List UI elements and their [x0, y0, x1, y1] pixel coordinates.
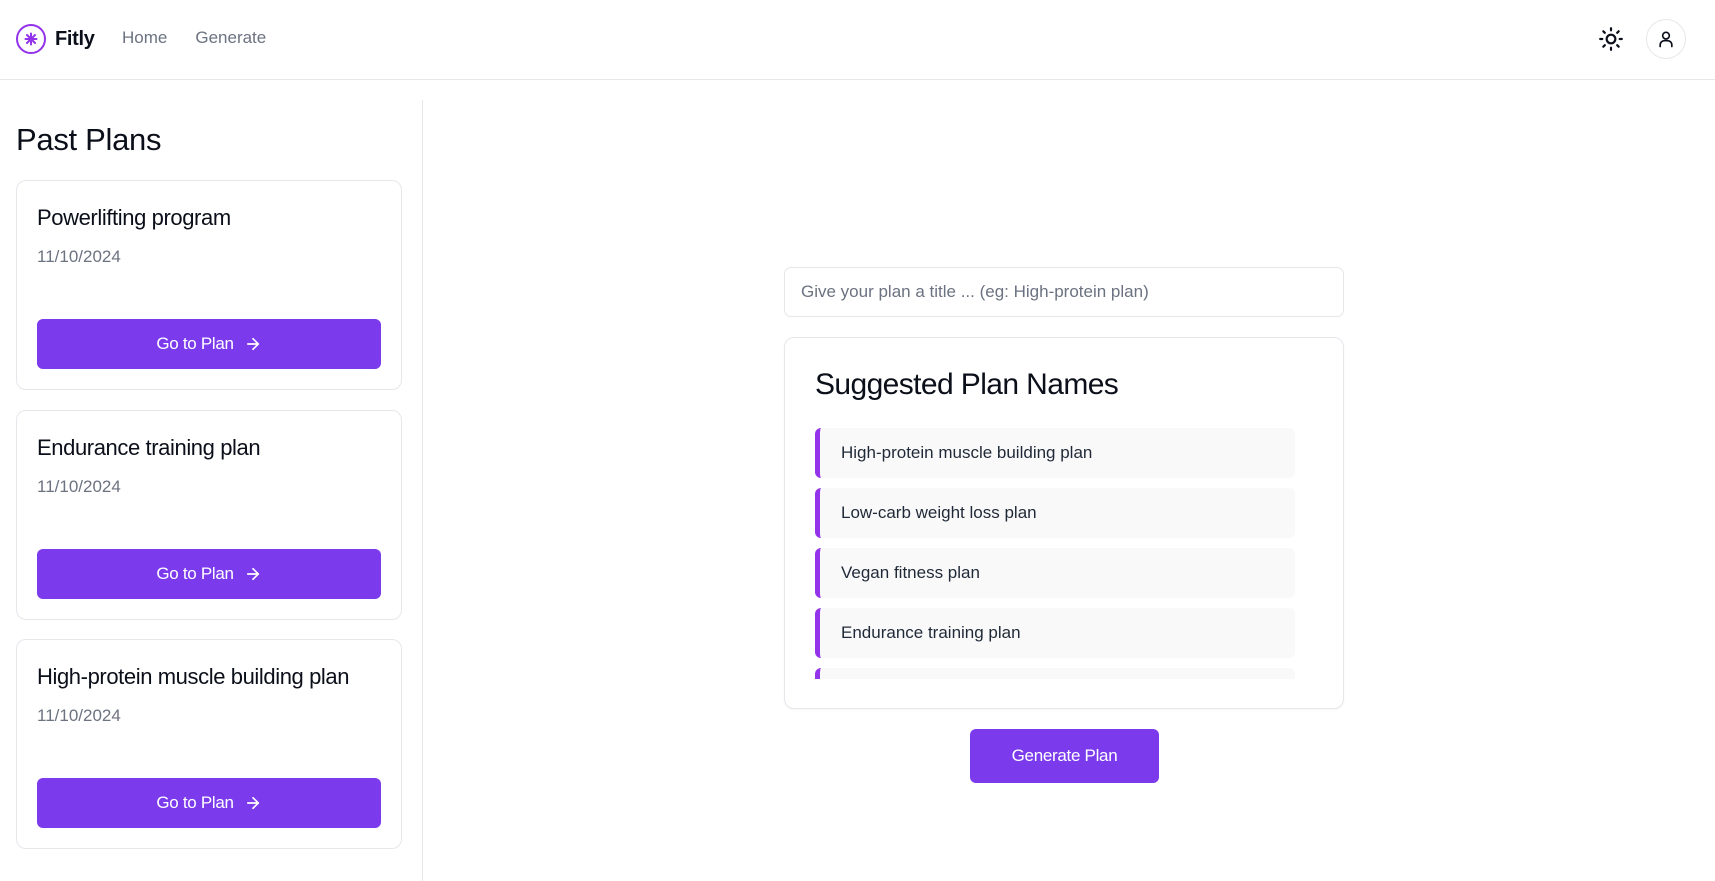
plan-title: High-protein muscle building plan: [37, 664, 350, 689]
brand-name: Fitly: [55, 27, 95, 50]
nav-home[interactable]: Home: [122, 28, 167, 48]
user-menu-button[interactable]: [1646, 19, 1686, 59]
suggestion-item[interactable]: Vegan fitness plan: [815, 548, 1295, 598]
suggestion-item[interactable]: Low-carb weight loss plan: [815, 488, 1295, 538]
go-to-plan-label: Go to Plan: [156, 564, 234, 583]
plan-date: 11/10/2024: [37, 247, 121, 266]
sun-icon: [1599, 27, 1623, 51]
plan-date: 11/10/2024: [37, 706, 121, 725]
suggestion-item[interactable]: Endurance training plan: [815, 608, 1295, 658]
go-to-plan-label: Go to Plan: [156, 793, 234, 812]
theme-toggle-button[interactable]: [1596, 24, 1626, 54]
brand[interactable]: Fitly: [16, 24, 95, 54]
plan-card: High-protein muscle building plan 11/10/…: [16, 639, 402, 849]
plan-title: Endurance training plan: [37, 435, 261, 460]
suggestions-list[interactable]: High-protein muscle building plan Low-ca…: [815, 428, 1295, 679]
go-to-plan-button[interactable]: Go to Plan: [37, 549, 381, 599]
go-to-plan-label: Go to Plan: [156, 334, 234, 353]
nav-generate[interactable]: Generate: [195, 28, 266, 48]
arrow-right-icon: [246, 796, 259, 810]
plan-title: Powerlifting program: [37, 205, 231, 230]
suggestion-item[interactable]: High-protein muscle building plan: [815, 428, 1295, 478]
generate-plan-button[interactable]: Generate Plan: [970, 729, 1159, 783]
top-navbar: Fitly Home Generate: [0, 0, 1715, 80]
plan-card: Endurance training plan 11/10/2024 Go to…: [16, 410, 402, 620]
go-to-plan-button[interactable]: Go to Plan: [37, 778, 381, 828]
plan-title-input[interactable]: [784, 267, 1344, 317]
suggestion-item[interactable]: [815, 668, 1295, 679]
user-icon: [1659, 31, 1673, 48]
past-plans-sidebar: Past Plans Powerlifting program 11/10/20…: [0, 100, 423, 881]
plan-date: 11/10/2024: [37, 477, 121, 496]
go-to-plan-button[interactable]: Go to Plan: [37, 319, 381, 369]
suggested-plan-names-card: Suggested Plan Names High-protein muscle…: [784, 337, 1344, 709]
arrow-right-icon: [246, 337, 259, 351]
plan-card: Powerlifting program 11/10/2024 Go to Pl…: [16, 180, 402, 390]
sparkle-circle-icon: [16, 24, 46, 54]
suggestions-title: Suggested Plan Names: [815, 368, 1119, 401]
arrow-right-icon: [246, 567, 259, 581]
main-nav: Home Generate: [122, 28, 266, 48]
sidebar-title: Past Plans: [16, 122, 162, 157]
